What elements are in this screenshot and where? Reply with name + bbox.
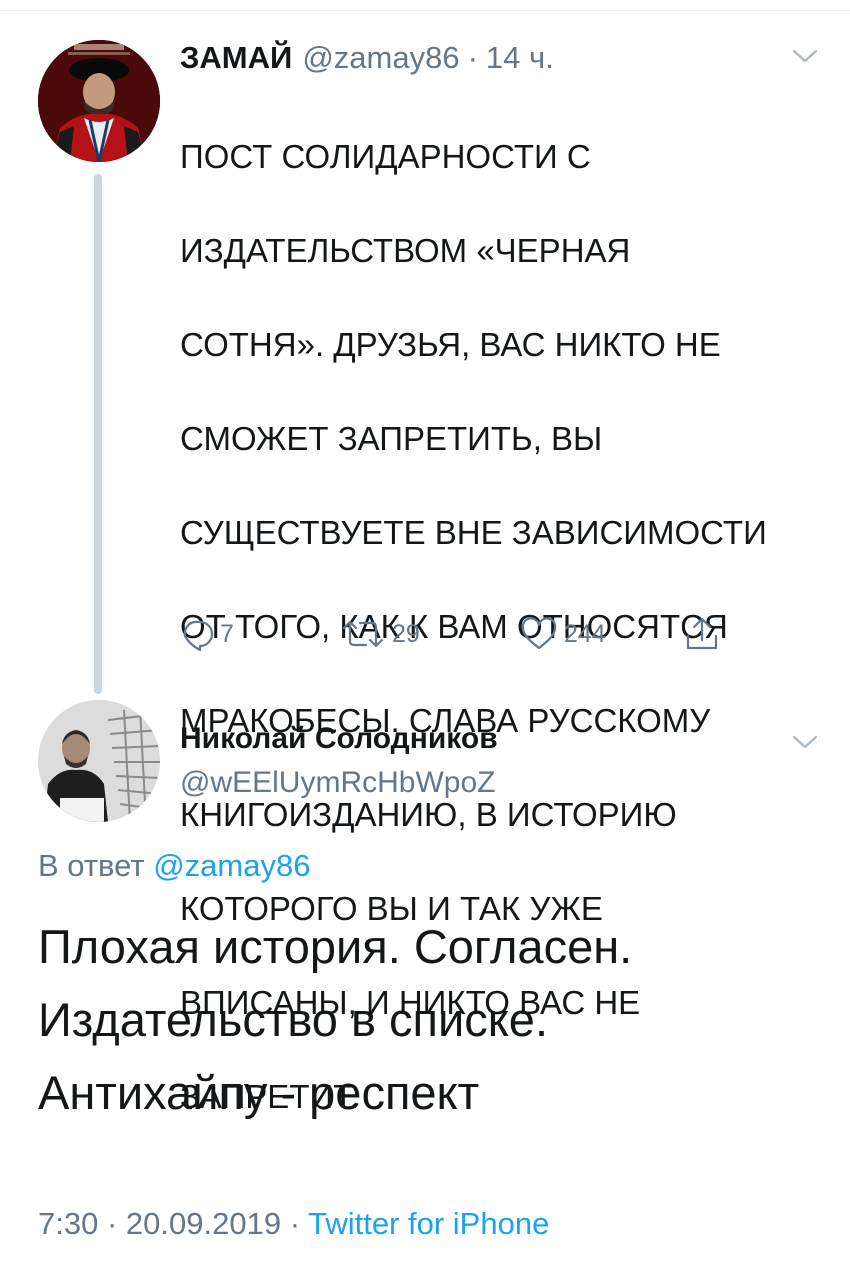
text-line: ИЗДАТЕЛЬСТВОМ «ЧЕРНАЯ: [180, 232, 631, 269]
top-divider: [0, 10, 850, 11]
retweet-icon: [342, 620, 384, 648]
share-button[interactable]: [684, 614, 720, 654]
tweet-time[interactable]: 7:30: [38, 1206, 98, 1241]
heart-icon: [521, 617, 557, 650]
reply-tweet-text: Плохая история. Согласен. Издательство в…: [38, 910, 828, 1129]
share-icon: [686, 617, 718, 650]
text-line: Плохая история. Согласен.: [38, 920, 633, 973]
tweet-meta: 7:30 · 20.09.2019 · Twitter for iPhone: [38, 1206, 549, 1242]
retweet-count: 29: [392, 619, 420, 648]
avatar-solodnikov[interactable]: [38, 700, 160, 822]
reply-count: 7: [220, 619, 234, 648]
text-line: СМОЖЕТ ЗАПРЕТИТЬ, ВЫ: [180, 420, 603, 457]
avatar-zamay-image: [38, 40, 160, 162]
reply-author-handle[interactable]: @wEElUymRcHbWpoZ: [180, 766, 495, 800]
text-line: СУЩЕСТВУЕТЕ ВНЕ ЗАВИСИМОСТИ: [180, 514, 767, 551]
tweet-actions: 7 29 244: [180, 614, 740, 654]
text-line: Издательство в списке.: [38, 993, 549, 1046]
avatar-solodnikov-image: [38, 700, 160, 822]
tweet-detail-screen: ЗАМАЙ @zamay86 · 14 ч. ПОСТ СОЛИДАРНОСТИ…: [0, 0, 850, 1280]
chevron-down-icon[interactable]: [792, 732, 818, 752]
reply-button[interactable]: 7: [180, 614, 234, 654]
text-line: ПОСТ СОЛИДАРНОСТИ С: [180, 138, 591, 175]
reply-prefix: В ответ: [38, 848, 145, 883]
separator: ·: [106, 1206, 118, 1241]
text-line: СОТНЯ». ДРУЗЬЯ, ВАС НИКТО НЕ: [180, 326, 721, 363]
tweet-time[interactable]: 14 ч.: [486, 40, 554, 76]
separator: ·: [289, 1206, 301, 1241]
tweet-date[interactable]: 20.09.2019: [126, 1206, 281, 1241]
reply-bubble-icon: [183, 620, 214, 651]
author-handle[interactable]: @zamay86: [302, 40, 459, 76]
like-button[interactable]: 244: [520, 614, 606, 654]
author-name[interactable]: ЗАМАЙ: [180, 40, 292, 76]
thread-line: [94, 174, 102, 694]
reply-mention-link[interactable]: @zamay86: [153, 848, 310, 883]
text-line: Антихайпу - респект: [38, 1066, 480, 1119]
reply-context: В ответ @zamay86: [38, 848, 310, 884]
like-count: 244: [564, 619, 606, 648]
separator: ·: [467, 40, 478, 75]
avatar-zamay[interactable]: [38, 40, 160, 162]
tweet-source-link[interactable]: Twitter for iPhone: [308, 1206, 549, 1241]
chevron-down-icon[interactable]: [792, 46, 818, 66]
parent-tweet-header: ЗАМАЙ @zamay86 · 14 ч.: [180, 40, 554, 80]
reply-author-name[interactable]: Николай Солодников: [180, 722, 498, 756]
retweet-button[interactable]: 29: [340, 614, 420, 654]
